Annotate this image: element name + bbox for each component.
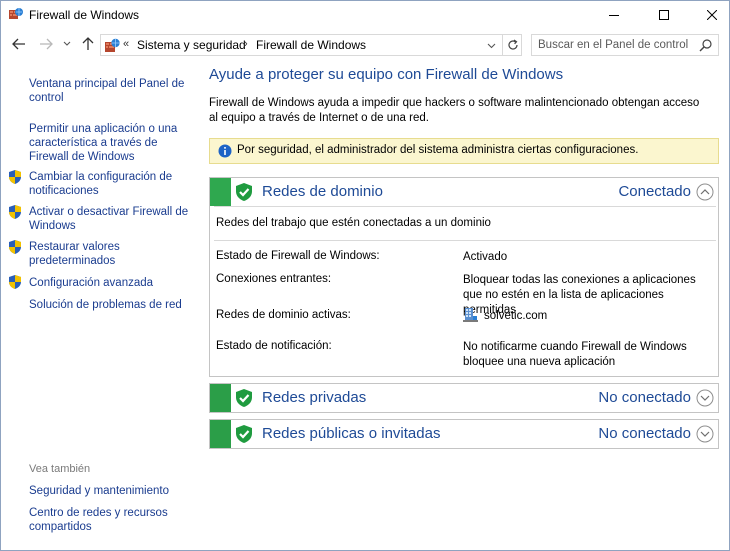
section-description: Redes del trabajo que estén conectadas a… — [216, 217, 491, 229]
breadcrumb-separator-icon[interactable]: › — [244, 38, 248, 50]
green-shield-check-icon — [236, 183, 252, 201]
link-cambiar-notificaciones[interactable]: Cambiar la configuración de notificacion… — [29, 170, 189, 198]
navigation-bar: « Sistema y seguridad › Firewall de Wind… — [1, 31, 729, 59]
chevron-down-icon[interactable] — [696, 389, 714, 407]
label-redes-activas: Redes de dominio activas: — [216, 309, 351, 321]
section-title: Redes privadas — [262, 389, 367, 406]
link-permitir-aplicacion[interactable]: Permitir una aplicación o una caracterís… — [29, 122, 189, 164]
back-arrow-icon — [12, 38, 25, 50]
section-status: No conectado — [598, 425, 691, 442]
address-dropdown-button[interactable] — [483, 38, 499, 53]
back-button[interactable] — [11, 36, 27, 52]
firewall-window: Firewall de Windows « Sistema y segurida… — [0, 0, 730, 551]
address-bar[interactable]: « Sistema y seguridad › Firewall de Wind… — [100, 34, 522, 56]
minimize-icon — [609, 15, 619, 16]
uac-shield-icon — [9, 170, 21, 184]
section-redes-dominio: Redes de dominio Conectado Redes del tra… — [209, 177, 719, 377]
recent-locations-button[interactable] — [61, 36, 73, 52]
forward-button[interactable] — [38, 36, 54, 52]
status-color-bar — [210, 420, 231, 448]
value-redes-activas: solvetic.com — [484, 310, 548, 322]
title-bar: Firewall de Windows — [1, 1, 729, 29]
link-restaurar-valores[interactable]: Restaurar valores predeterminados — [29, 240, 189, 268]
label-estado-notificacion: Estado de notificación: — [216, 340, 332, 352]
value-estado-notificacion: No notificarme cuando Firewall de Window… — [463, 341, 687, 368]
close-button[interactable] — [689, 1, 729, 29]
divider — [214, 240, 716, 241]
section-status: No conectado — [598, 389, 691, 406]
forward-arrow-icon — [40, 38, 53, 50]
window-title: Firewall de Windows — [29, 8, 140, 22]
info-bar-text: Por seguridad, el administrador del sist… — [237, 144, 639, 156]
label-estado-firewall: Estado de Firewall de Windows: — [216, 250, 380, 262]
breadcrumb-firewall[interactable]: Firewall de Windows — [256, 38, 366, 52]
uac-shield-icon — [9, 205, 21, 219]
link-activar-desactivar[interactable]: Activar o desactivar Firewall de Windows — [29, 205, 189, 233]
label-conexiones-entrantes: Conexiones entrantes: — [216, 273, 332, 285]
breadcrumb-sistema-y-seguridad[interactable]: Sistema y seguridad — [137, 38, 246, 52]
section-header-publicas[interactable]: Redes públicas o invitadas No conectado — [210, 420, 718, 448]
section-header-dominio[interactable]: Redes de dominio Conectado — [210, 178, 718, 206]
left-pane: Ventana principal del Panel de control P… — [1, 61, 201, 550]
search-icon[interactable] — [699, 38, 713, 52]
link-centro-redes[interactable]: Centro de redes y recursos compartidos — [29, 506, 189, 534]
search-box — [531, 34, 719, 56]
maximize-icon — [659, 10, 669, 20]
link-solucion-problemas[interactable]: Solución de problemas de red — [29, 298, 189, 312]
minimize-button[interactable] — [591, 1, 637, 29]
close-icon — [707, 10, 717, 20]
up-button[interactable] — [80, 36, 96, 52]
link-configuracion-avanzada[interactable]: Configuración avanzada — [29, 276, 189, 290]
section-header-privadas[interactable]: Redes privadas No conectado — [210, 384, 718, 412]
section-redes-publicas[interactable]: Redes públicas o invitadas No conectado — [209, 419, 719, 449]
uac-shield-icon — [9, 275, 21, 289]
section-status: Conectado — [618, 183, 691, 200]
link-seguridad-mantenimiento[interactable]: Seguridad y mantenimiento — [29, 484, 189, 498]
chevron-up-icon[interactable] — [696, 183, 714, 201]
green-shield-check-icon — [236, 389, 252, 407]
breadcrumb-overflow-icon[interactable]: « — [123, 38, 129, 50]
chevron-down-icon[interactable] — [696, 425, 714, 443]
refresh-icon — [507, 39, 518, 50]
section-redes-privadas[interactable]: Redes privadas No conectado — [209, 383, 719, 413]
search-input[interactable] — [532, 35, 697, 55]
page-title: Ayude a proteger su equipo con Firewall … — [209, 66, 564, 83]
section-title: Redes públicas o invitadas — [262, 425, 441, 442]
divider — [214, 206, 716, 207]
link-panel-principal[interactable]: Ventana principal del Panel de control — [29, 77, 189, 105]
up-arrow-icon — [82, 37, 94, 50]
intro-text: Firewall de Windows ayuda a impedir que … — [209, 97, 700, 124]
green-shield-check-icon — [236, 425, 252, 443]
firewall-location-icon — [105, 38, 120, 52]
section-title: Redes de dominio — [262, 183, 383, 200]
see-also-heading: Vea también — [29, 463, 91, 475]
value-estado-firewall: Activado — [463, 251, 508, 263]
refresh-button[interactable] — [502, 35, 522, 55]
status-color-bar — [210, 178, 231, 206]
status-color-bar — [210, 384, 231, 412]
chevron-down-icon — [63, 41, 71, 46]
uac-shield-icon — [9, 240, 21, 254]
chevron-down-icon — [487, 43, 495, 48]
info-bar: Por seguridad, el administrador del sist… — [209, 138, 719, 164]
info-icon — [218, 144, 232, 158]
maximize-button[interactable] — [641, 1, 687, 29]
main-pane: Ayude a proteger su equipo con Firewall … — [201, 61, 729, 550]
firewall-app-icon — [9, 8, 23, 19]
domain-network-icon — [463, 308, 478, 322]
